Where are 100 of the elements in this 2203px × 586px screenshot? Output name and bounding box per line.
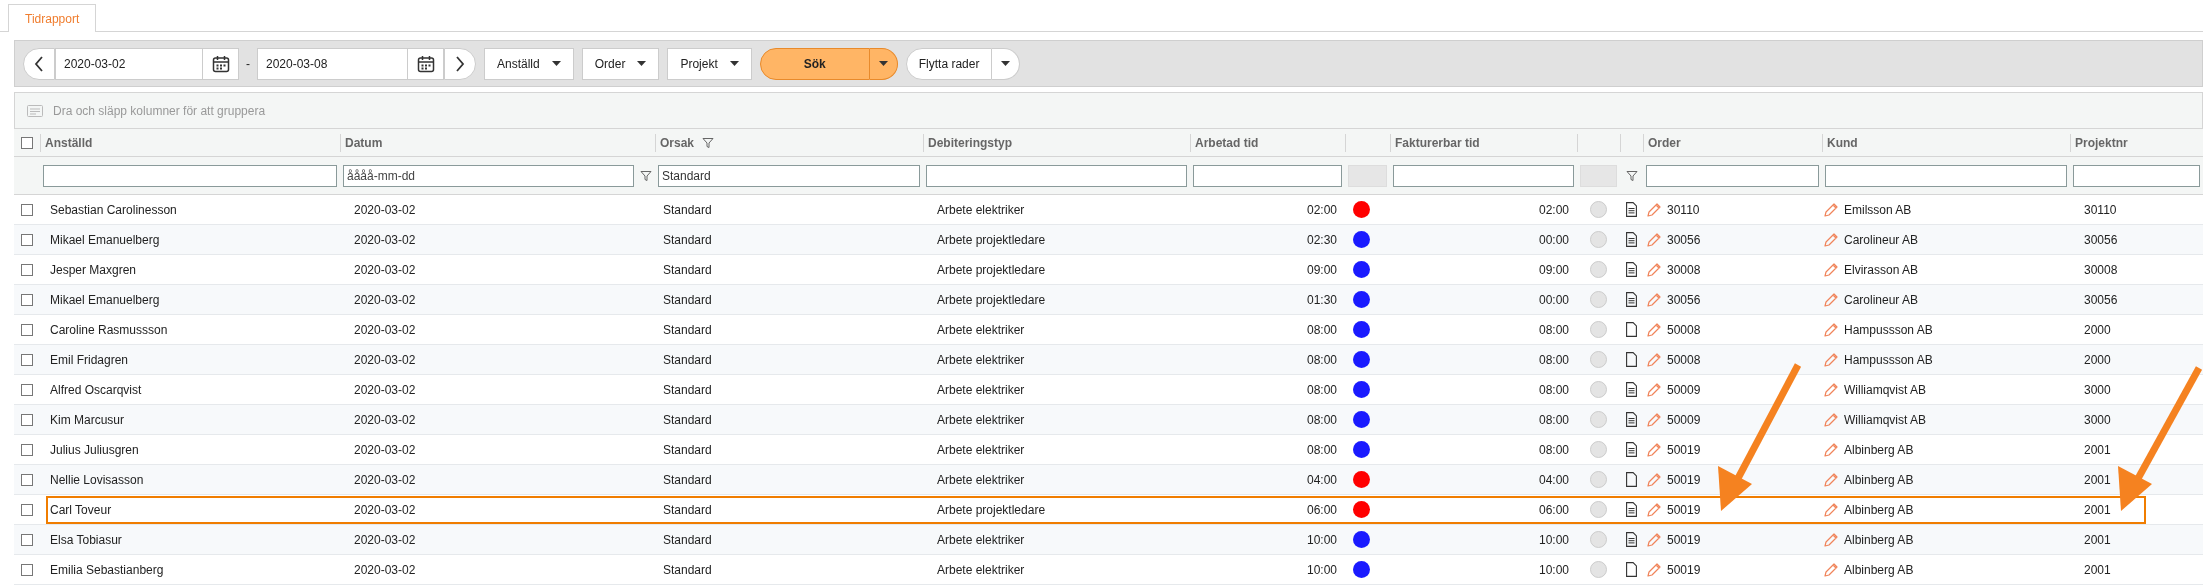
filter-field[interactable]	[2073, 164, 2200, 187]
table-cell: Arbete elektriker	[937, 532, 1025, 547]
table-cell: 2001	[2084, 442, 2111, 457]
column-header[interactable]: Fakturerbar tid	[1395, 133, 1480, 152]
pencil-icon[interactable]	[1824, 292, 1838, 307]
column-header[interactable]: Datum	[345, 133, 383, 152]
pencil-icon[interactable]	[1824, 262, 1838, 277]
filter-icon[interactable]	[640, 169, 652, 182]
pencil-icon[interactable]	[1647, 562, 1661, 577]
move-rows-options-button[interactable]	[992, 47, 1021, 80]
note-icon[interactable]	[1626, 262, 1637, 277]
table-row[interactable]: Carl Toveur 2020-03-02 Standard Arbete projektledare 06:00 06:00 50019 Albinberg AB 2001	[14, 495, 2203, 525]
pencil-icon[interactable]	[1647, 202, 1661, 217]
blank-page-icon[interactable]	[1626, 322, 1637, 337]
filter-dropdown[interactable]: Anställd	[484, 47, 574, 80]
pencil-icon[interactable]	[1647, 232, 1661, 247]
blank-page-icon[interactable]	[1626, 352, 1637, 367]
pencil-icon[interactable]	[1647, 322, 1661, 337]
column-header[interactable]: Projektnr	[2075, 133, 2128, 152]
pencil-icon[interactable]	[1824, 562, 1838, 577]
move-rows-button[interactable]: Flytta rader	[905, 47, 993, 80]
pencil-icon[interactable]	[1647, 472, 1661, 487]
table-cell: 00:00	[1538, 292, 1569, 307]
table-cell: 2020-03-02	[354, 202, 416, 217]
row-checkbox[interactable]	[21, 383, 33, 396]
pencil-icon[interactable]	[1824, 382, 1838, 397]
pencil-icon[interactable]	[1824, 412, 1838, 427]
filter-field[interactable]	[1193, 164, 1342, 187]
note-icon[interactable]	[1626, 232, 1637, 247]
pencil-icon[interactable]	[1824, 472, 1838, 487]
row-checkbox[interactable]	[21, 533, 33, 546]
blank-page-icon[interactable]	[1626, 562, 1637, 577]
filter-field[interactable]: åååå-mm-dd	[343, 164, 634, 187]
pencil-icon[interactable]	[1824, 532, 1838, 547]
row-checkbox[interactable]	[21, 263, 33, 276]
filter-field[interactable]	[1646, 164, 1819, 187]
pencil-icon[interactable]	[1824, 502, 1838, 517]
note-icon[interactable]	[1626, 202, 1637, 217]
table-row[interactable]: Elsa Tobiasur 2020-03-02 Standard Arbete elektriker 10:00 10:00 50019 Albinberg AB 2001	[14, 525, 2203, 555]
pencil-icon[interactable]	[1824, 442, 1838, 457]
table-row[interactable]: Mikael Emanuelberg 2020-03-02 Standard Arbete projektledare 01:30 00:00 30056 Carolineur AB 30056	[14, 285, 2203, 315]
table-row[interactable]: Mikael Emanuelberg 2020-03-02 Standard Arbete projektledare 02:30 00:00 30056 Carolineur AB 30056	[14, 225, 2203, 255]
search-options-button[interactable]	[869, 47, 898, 80]
note-icon[interactable]	[1626, 502, 1637, 517]
table-cell-text: Elvirasson AB	[1844, 261, 1919, 279]
date-field[interactable]: 2020-03-02	[55, 47, 239, 80]
filter-dropdown[interactable]: Projekt	[667, 47, 752, 80]
table-row[interactable]: Kim Marcusur 2020-03-02 Standard Arbete elektriker 08:00 08:00 50009 Williamqvist AB 3000	[14, 405, 2203, 435]
note-icon[interactable]	[1626, 382, 1637, 397]
filter-field[interactable]	[1393, 164, 1574, 187]
note-icon[interactable]	[1626, 292, 1637, 307]
note-icon[interactable]	[1626, 412, 1637, 427]
row-checkbox[interactable]	[21, 293, 33, 306]
table-cell: 2020-03-02	[354, 262, 416, 277]
pencil-icon[interactable]	[1824, 232, 1838, 247]
note-icon[interactable]	[1626, 442, 1637, 457]
row-checkbox[interactable]	[21, 323, 33, 336]
search-button[interactable]: Sök	[759, 47, 870, 80]
row-checkbox[interactable]	[21, 563, 33, 576]
column-header[interactable]: Orsak	[660, 133, 695, 152]
row-checkbox[interactable]	[21, 473, 33, 486]
select-all-checkbox[interactable]	[21, 136, 33, 149]
pencil-icon[interactable]	[1647, 532, 1661, 547]
filter-icon[interactable]	[1625, 169, 1638, 182]
pencil-icon[interactable]	[1824, 322, 1838, 337]
filter-field[interactable]: Standard	[658, 164, 920, 187]
row-checkbox[interactable]	[21, 413, 33, 426]
next-button[interactable]	[444, 47, 476, 80]
table-cell: Arbete elektriker	[937, 202, 1025, 217]
pencil-icon[interactable]	[1647, 412, 1661, 427]
pencil-icon[interactable]	[1647, 262, 1661, 277]
column-header[interactable]: Debiteringstyp	[928, 133, 1012, 152]
pencil-icon[interactable]	[1647, 502, 1661, 517]
table-cell: 10:00	[1306, 532, 1337, 547]
pencil-icon[interactable]	[1647, 352, 1661, 367]
filter-icon[interactable]	[702, 136, 715, 149]
pencil-icon[interactable]	[1647, 292, 1661, 307]
filter-field[interactable]	[43, 164, 337, 187]
column-header[interactable]: Order	[1648, 133, 1681, 152]
blank-page-icon[interactable]	[1626, 472, 1637, 487]
table-row[interactable]: Nellie Lovisasson 2020-03-02 Standard Arbete elektriker 04:00 04:00 50019 Albinberg AB 2001	[14, 465, 2203, 495]
table-row[interactable]: Emil Fridagren 2020-03-02 Standard Arbete elektriker 08:00 08:00 50008 Hampussson AB 2000	[14, 345, 2203, 375]
filter-field[interactable]	[1825, 164, 2067, 187]
filter-dropdown[interactable]: Order	[581, 47, 660, 80]
previous-button[interactable]	[23, 47, 55, 80]
row-checkbox[interactable]	[21, 233, 33, 246]
pencil-icon[interactable]	[1647, 442, 1661, 457]
pencil-icon[interactable]	[1824, 352, 1838, 367]
row-checkbox[interactable]	[21, 203, 33, 216]
column-header[interactable]: Arbetad tid	[1195, 133, 1259, 152]
filter-field[interactable]	[926, 164, 1187, 187]
column-header[interactable]: Kund	[1827, 133, 1858, 152]
date-field[interactable]: 2020-03-08	[257, 47, 444, 80]
row-checkbox[interactable]	[21, 353, 33, 366]
row-checkbox[interactable]	[21, 443, 33, 456]
pencil-icon[interactable]	[1647, 382, 1661, 397]
row-checkbox[interactable]	[21, 503, 33, 516]
pencil-icon[interactable]	[1824, 202, 1838, 217]
note-icon[interactable]	[1626, 532, 1637, 547]
column-header[interactable]: Anställd	[45, 133, 93, 152]
